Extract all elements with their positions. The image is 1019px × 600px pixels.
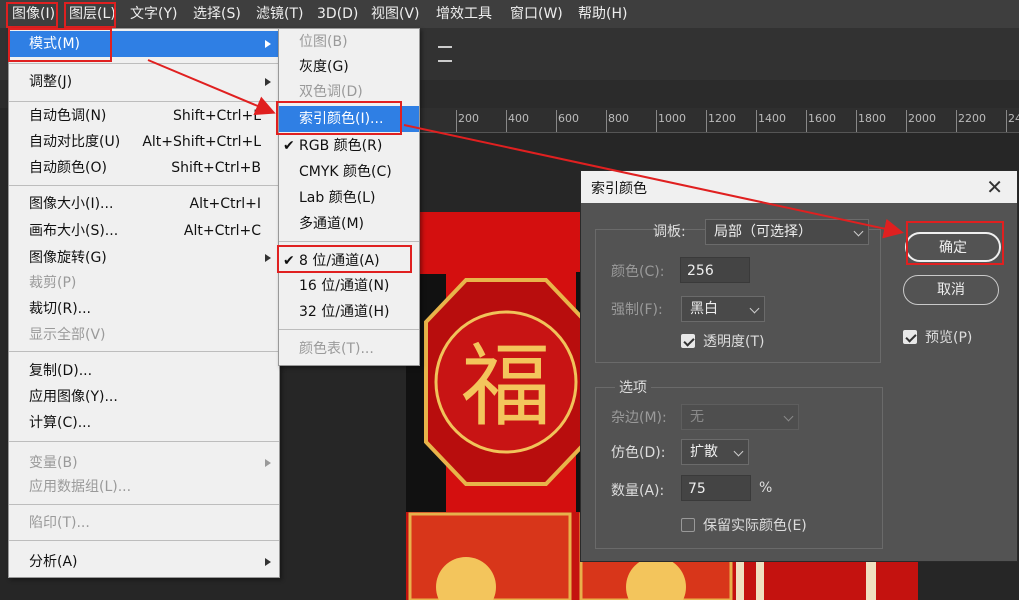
annotation-arrows — [147, 59, 904, 239]
arrow-mode-to-indexed — [147, 59, 276, 116]
arrow-indexed-to-ok — [403, 124, 904, 239]
